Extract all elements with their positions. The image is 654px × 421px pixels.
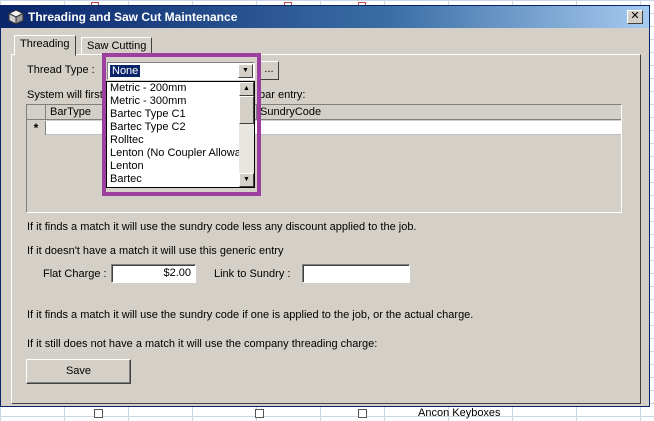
thread-type-label: Thread Type : bbox=[27, 64, 95, 76]
flat-charge-field[interactable]: $2.00 bbox=[111, 264, 196, 283]
tab-saw-cutting-label: Saw Cutting bbox=[87, 40, 147, 52]
background-checkbox bbox=[358, 409, 367, 418]
background-cell-text: Ancon Keyboxes bbox=[418, 407, 501, 419]
link-sundry-label: Link to Sundry : bbox=[214, 268, 291, 280]
window-title: Threading and Saw Cut Maintenance bbox=[28, 10, 238, 24]
close-button[interactable]: ✕ bbox=[627, 10, 643, 24]
lookup-button-label: ... bbox=[264, 63, 274, 75]
column-header-sundrycode[interactable]: SundryCode bbox=[257, 105, 622, 120]
flat-charge-label: Flat Charge : bbox=[43, 268, 107, 280]
grid-intro-right: bar entry: bbox=[259, 89, 306, 101]
background-checkbox bbox=[94, 409, 103, 418]
save-button-label: Save bbox=[65, 365, 92, 377]
still-no-match-text: If it still does not have a match it wil… bbox=[27, 338, 378, 350]
thread-type-lookup-button[interactable]: ... bbox=[259, 61, 279, 80]
match-discount-text: If it finds a match it will use the sund… bbox=[27, 221, 417, 233]
match-actual-text: If it finds a match it will use the sund… bbox=[27, 309, 474, 321]
tab-threading-label: Threading bbox=[20, 38, 70, 50]
title-bar[interactable]: Threading and Saw Cut Maintenance ✕ bbox=[1, 6, 649, 28]
save-button[interactable]: Save bbox=[26, 359, 131, 384]
dropdown-highlight-frame bbox=[102, 53, 261, 196]
grid-intro-left: System will first bbox=[27, 89, 103, 101]
flat-charge-value: $2.00 bbox=[163, 267, 191, 279]
grid-corner bbox=[27, 105, 46, 120]
tab-threading[interactable]: Threading bbox=[14, 35, 76, 56]
background-checkbox bbox=[255, 409, 264, 418]
no-match-generic-text: If it doesn't have a match it will use t… bbox=[27, 245, 284, 257]
link-sundry-field[interactable] bbox=[302, 264, 410, 283]
new-row-icon: * bbox=[27, 121, 46, 135]
app-box-icon bbox=[7, 9, 25, 25]
close-icon: ✕ bbox=[630, 10, 640, 22]
